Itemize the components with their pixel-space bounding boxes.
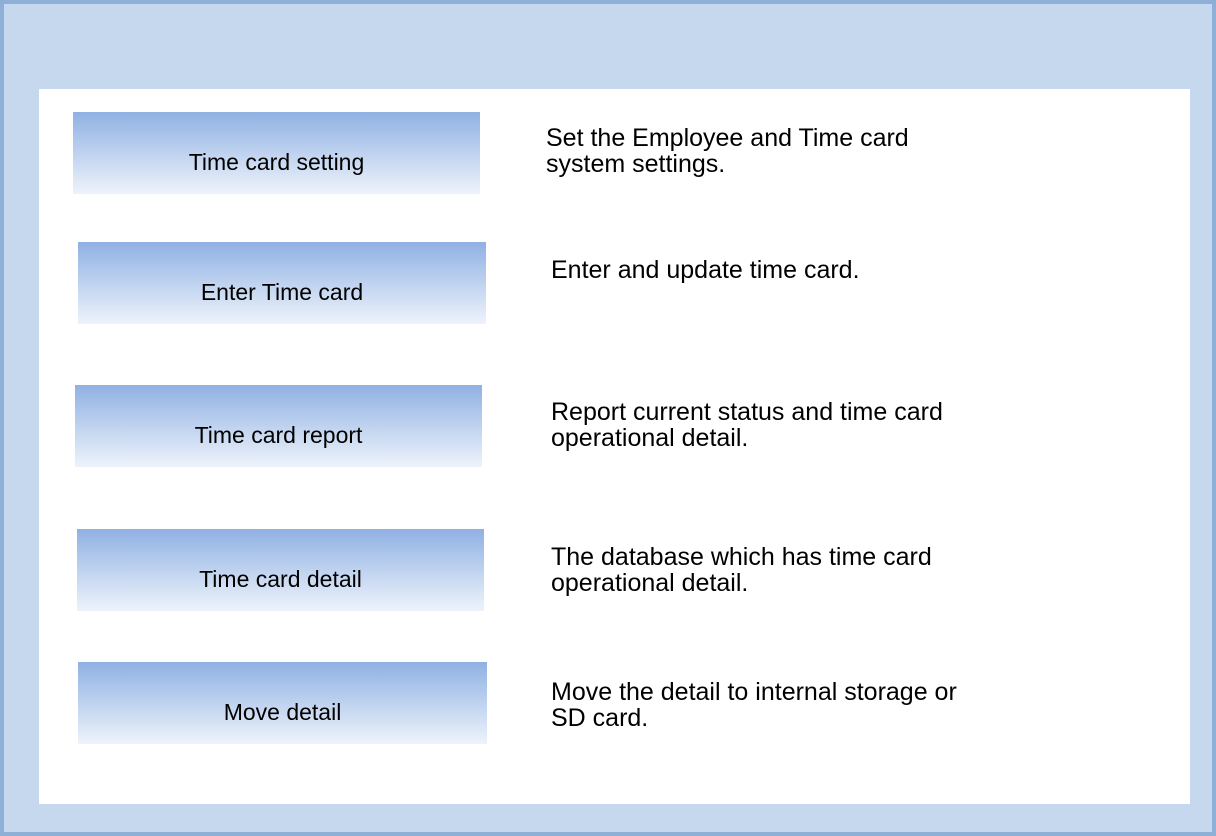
enter-time-card-description: Enter and update time card. (551, 256, 860, 284)
move-detail-button[interactable]: Move detail (78, 662, 487, 744)
move-detail-description: Move the detail to internal storage or S… (551, 678, 957, 732)
time-card-detail-button[interactable]: Time card detail (77, 529, 484, 611)
time-card-report-button[interactable]: Time card report (75, 385, 482, 467)
time-card-setting-description: Set the Employee and Time card system se… (546, 124, 909, 178)
time-card-setting-button[interactable]: Time card setting (73, 112, 480, 194)
enter-time-card-button[interactable]: Enter Time card (78, 242, 486, 324)
menu-panel: Time card setting Set the Employee and T… (39, 89, 1190, 804)
app-frame: Time card setting Set the Employee and T… (0, 0, 1216, 836)
time-card-report-description: Report current status and time card oper… (551, 398, 943, 452)
time-card-detail-description: The database which has time card operati… (551, 543, 932, 597)
